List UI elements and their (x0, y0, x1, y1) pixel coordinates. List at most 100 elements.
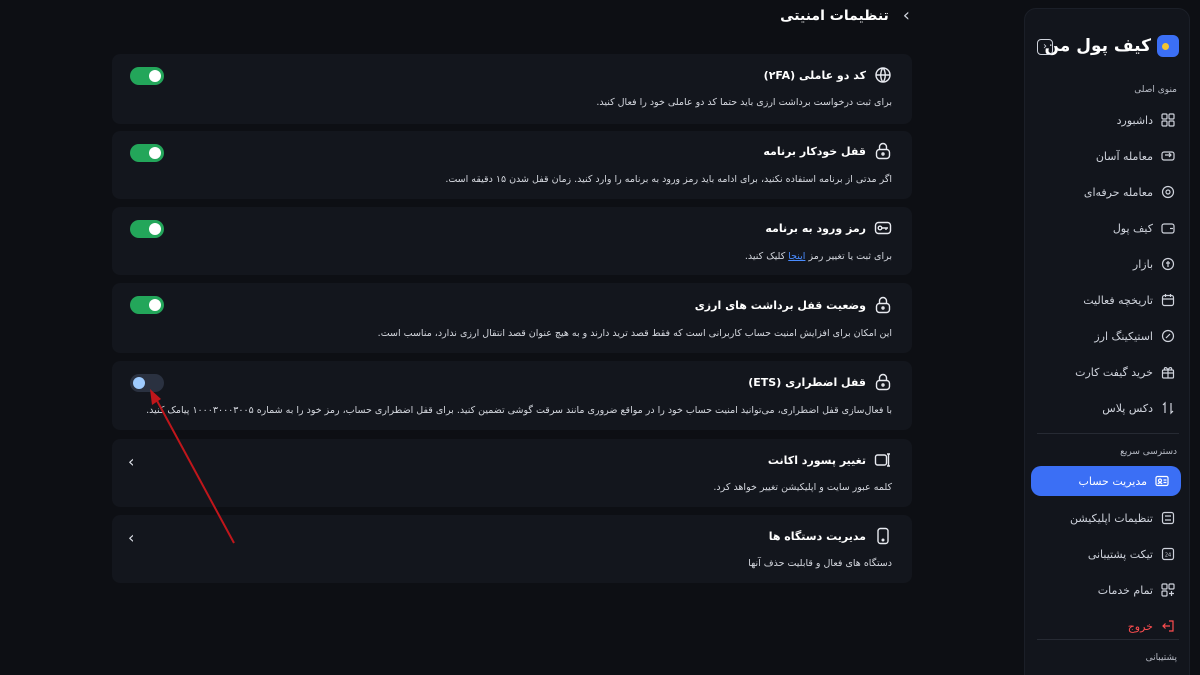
app-password-toggle[interactable] (130, 220, 164, 238)
setting-card-device-management[interactable]: ‹ مدیریت دستگاه ها دستگاه های فعال و قاب… (112, 515, 912, 583)
toggle-knob (149, 147, 161, 159)
trade-icon (1161, 185, 1175, 199)
svg-text:24: 24 (1165, 553, 1171, 559)
sidebar-item-staking[interactable]: استیکینگ ارز (1023, 321, 1189, 351)
toggle-knob (149, 299, 161, 311)
setting-card-2fa: کد دو عاملی (۲FA) برای ثبت درخواست برداش… (112, 54, 912, 124)
sidebar-item-label: مدیریت حساب (1078, 474, 1147, 488)
sidebar-item-app-settings[interactable]: تنظیمات اپلیکیشن (1023, 503, 1189, 533)
sidebar-divider (1037, 433, 1179, 434)
sidebar-item-label: داشبورد (1116, 113, 1153, 127)
support-label: پشتیبانی (1145, 653, 1177, 663)
calendar-icon (1161, 294, 1175, 307)
card-description: برای ثبت درخواست برداشت ارزی باید حتما ک… (596, 97, 892, 108)
chevron-left-icon[interactable]: ‹ (128, 452, 134, 471)
chevron-left-icon[interactable]: ‹ (128, 528, 134, 547)
lock-icon (875, 296, 891, 314)
grid-icon (1161, 113, 1175, 127)
sidebar-item-label: تاریخچه فعالیت (1083, 293, 1153, 307)
brand[interactable]: کیف پول من (1044, 33, 1179, 59)
sidebar-item-dashboard[interactable]: داشبورد (1023, 105, 1189, 135)
sidebar: کیف پول من › منوی اصلی داشبورد معامله آس… (1024, 8, 1190, 675)
sidebar-item-label: کیف پول (1112, 221, 1153, 235)
collapse-sidebar-icon[interactable]: › (1037, 39, 1053, 55)
card-title: وضعیت قفل برداشت های ارزی (694, 298, 866, 312)
2fa-toggle[interactable] (130, 67, 164, 85)
setting-card-auto-lock: قفل خودکار برنامه اگر مدتی از برنامه است… (112, 131, 912, 199)
emergency-lock-toggle[interactable] (130, 374, 164, 392)
sidebar-item-history[interactable]: تاریخچه فعالیت (1023, 285, 1189, 315)
dex-icon (1162, 401, 1174, 415)
back-arrow-icon[interactable]: › (903, 7, 910, 25)
staking-icon (1161, 329, 1175, 343)
toggle-knob (149, 223, 161, 235)
card-title: کد دو عاملی (۲FA) (763, 68, 866, 82)
card-description: دستگاه های فعال و قابلیت حذف آنها (748, 558, 892, 569)
card-description: با فعال‌سازی قفل اضطراری، می‌توانید امنی… (146, 405, 892, 416)
support-24-icon: 24 (1161, 547, 1175, 561)
id-card-icon (1155, 475, 1169, 487)
toggle-knob (149, 70, 161, 82)
card-title: قفل اضطراری (ETS) (748, 375, 866, 389)
card-title: رمز ورود به برنامه (765, 221, 866, 235)
card-description: اگر مدتی از برنامه استفاده نکنید، برای ا… (445, 174, 892, 185)
sidebar-item-market[interactable]: بازار (1023, 249, 1189, 279)
brand-name: کیف پول من (1044, 36, 1151, 56)
exchange-icon (1161, 151, 1175, 161)
sidebar-item-wallet[interactable]: کیف پول (1023, 213, 1189, 243)
password-icon (874, 453, 890, 467)
market-icon (1161, 257, 1175, 271)
page-header: › تنظیمات امنیتی (780, 7, 910, 25)
sidebar-item-label: تیکت پشتیبانی (1087, 547, 1153, 561)
apps-icon (1161, 583, 1175, 597)
card-description: برای ثبت یا تغییر رمز اینجا کلیک کنید. (745, 251, 892, 262)
setting-card-change-password[interactable]: ‹ تغییر پسورد اکانت کلمه عبور سایت و اپل… (112, 439, 912, 507)
gift-icon (1161, 367, 1175, 379)
sidebar-item-account-management[interactable]: مدیریت حساب (1031, 466, 1181, 496)
wallet-icon (1161, 223, 1175, 234)
lock-icon (875, 373, 891, 391)
card-title: مدیریت دستگاه ها (768, 529, 866, 543)
sidebar-item-label: استیکینگ ارز (1094, 329, 1153, 343)
wallet-logo-icon (1157, 35, 1179, 57)
sidebar-item-label: معامله حرفه‌ای (1083, 185, 1153, 199)
sidebar-item-label: دکس پلاس (1102, 401, 1153, 415)
sidebar-divider (1037, 639, 1179, 640)
sidebar-item-label: خروج (1127, 619, 1153, 633)
card-description-text: کلیک کنید. (744, 251, 789, 262)
device-icon (877, 527, 889, 545)
card-title: قفل خودکار برنامه (763, 144, 866, 158)
sidebar-item-pro-trade[interactable]: معامله حرفه‌ای (1023, 177, 1189, 207)
sidebar-item-dex-plus[interactable]: دکس پلاس (1023, 393, 1189, 423)
logout-icon (1162, 620, 1174, 632)
sidebar-item-label: تمام خدمات (1097, 583, 1153, 597)
sidebar-item-easy-trade[interactable]: معامله آسان (1023, 141, 1189, 171)
card-title: تغییر پسورد اکانت (767, 453, 866, 467)
card-description: کلمه عبور سایت و اپلیکیشن تغییر خواهد کر… (713, 482, 892, 493)
quick-access-label: دسترسی سریع (1120, 447, 1177, 457)
main-menu-label: منوی اصلی (1134, 85, 1177, 95)
sidebar-item-label: بازار (1132, 257, 1153, 271)
lock-icon (875, 142, 891, 160)
sidebar-item-logout[interactable]: خروج (1023, 611, 1189, 641)
sidebar-item-label: معامله آسان (1095, 149, 1153, 163)
sidebar-item-gift-card[interactable]: خرید گیفت کارت (1023, 357, 1189, 387)
card-description-text: برای ثبت یا تغییر رمز (805, 251, 892, 262)
settings-icon (1161, 511, 1175, 525)
key-icon (874, 221, 892, 235)
sidebar-item-support-ticket[interactable]: 24 تیکت پشتیبانی (1023, 539, 1189, 569)
card-description: این امکان برای افزایش امنیت حساب کاربران… (377, 328, 892, 339)
page: کیف پول من › منوی اصلی داشبورد معامله آس… (0, 0, 1200, 675)
sidebar-item-label: خرید گیفت کارت (1075, 365, 1153, 379)
sidebar-item-label: تنظیمات اپلیکیشن (1070, 511, 1153, 525)
auto-lock-toggle[interactable] (130, 144, 164, 162)
toggle-knob (133, 377, 145, 389)
page-title: تنظیمات امنیتی (780, 8, 889, 24)
2fa-icon (875, 67, 891, 83)
setting-card-emergency-lock: قفل اضطراری (ETS) با فعال‌سازی قفل اضطرا… (112, 361, 912, 430)
sidebar-item-all-services[interactable]: تمام خدمات (1023, 575, 1189, 605)
setting-card-withdraw-lock: وضعیت قفل برداشت های ارزی این امکان برای… (112, 283, 912, 353)
change-password-link[interactable]: اینجا (788, 251, 805, 262)
withdraw-lock-toggle[interactable] (130, 296, 164, 314)
setting-card-app-password: رمز ورود به برنامه برای ثبت یا تغییر رمز… (112, 207, 912, 275)
